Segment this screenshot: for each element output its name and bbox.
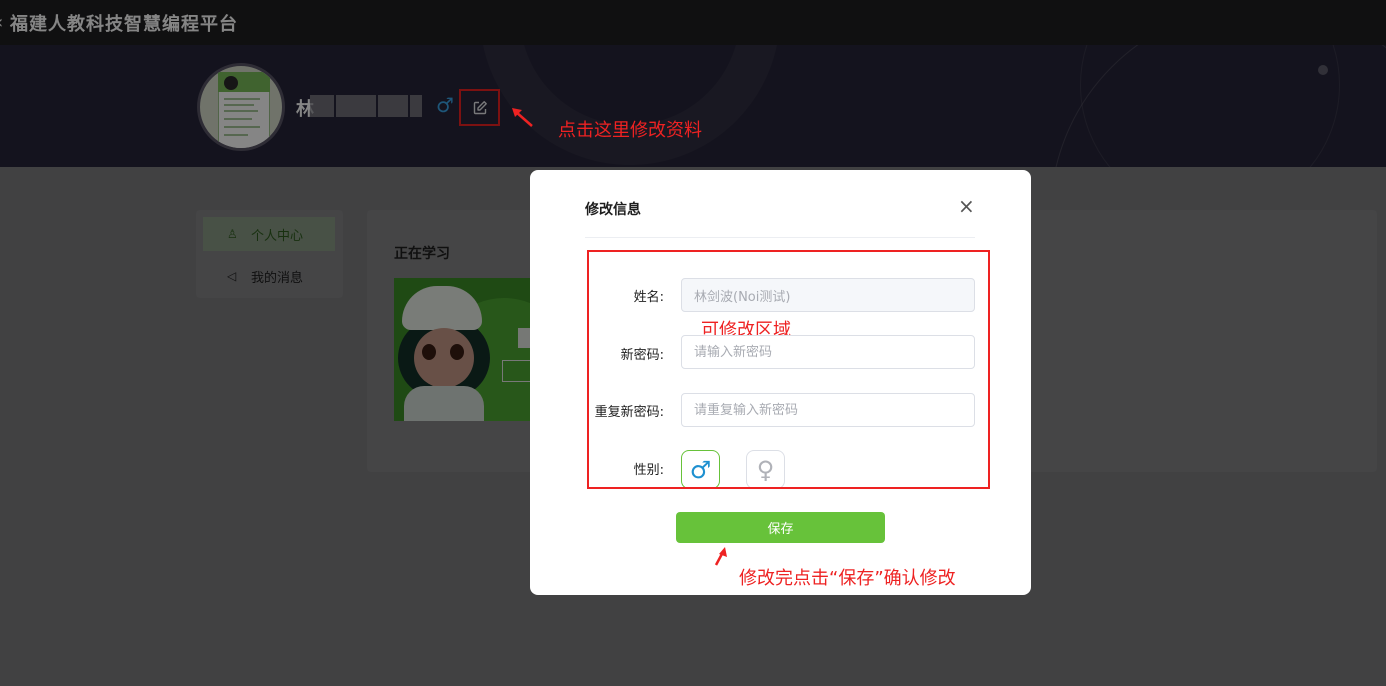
- close-icon[interactable]: ×: [958, 196, 975, 216]
- annotation-save-hint: 修改完点击“保存”确认修改: [739, 568, 956, 589]
- dialog-title: 修改信息: [585, 202, 641, 218]
- annotation-edit-hint: 点击这里修改资料: [558, 120, 702, 141]
- annotation-arrow: [512, 108, 533, 127]
- editable-region-highlight: [587, 250, 990, 489]
- divider: [585, 237, 975, 238]
- annotation-arrow: [714, 547, 727, 566]
- edit-info-dialog: 修改信息 × 姓名: 可修改区域 新密码: 重复新密码: 性别: ♂ ♀ 保存 …: [530, 170, 1031, 595]
- save-button[interactable]: 保存: [676, 512, 885, 543]
